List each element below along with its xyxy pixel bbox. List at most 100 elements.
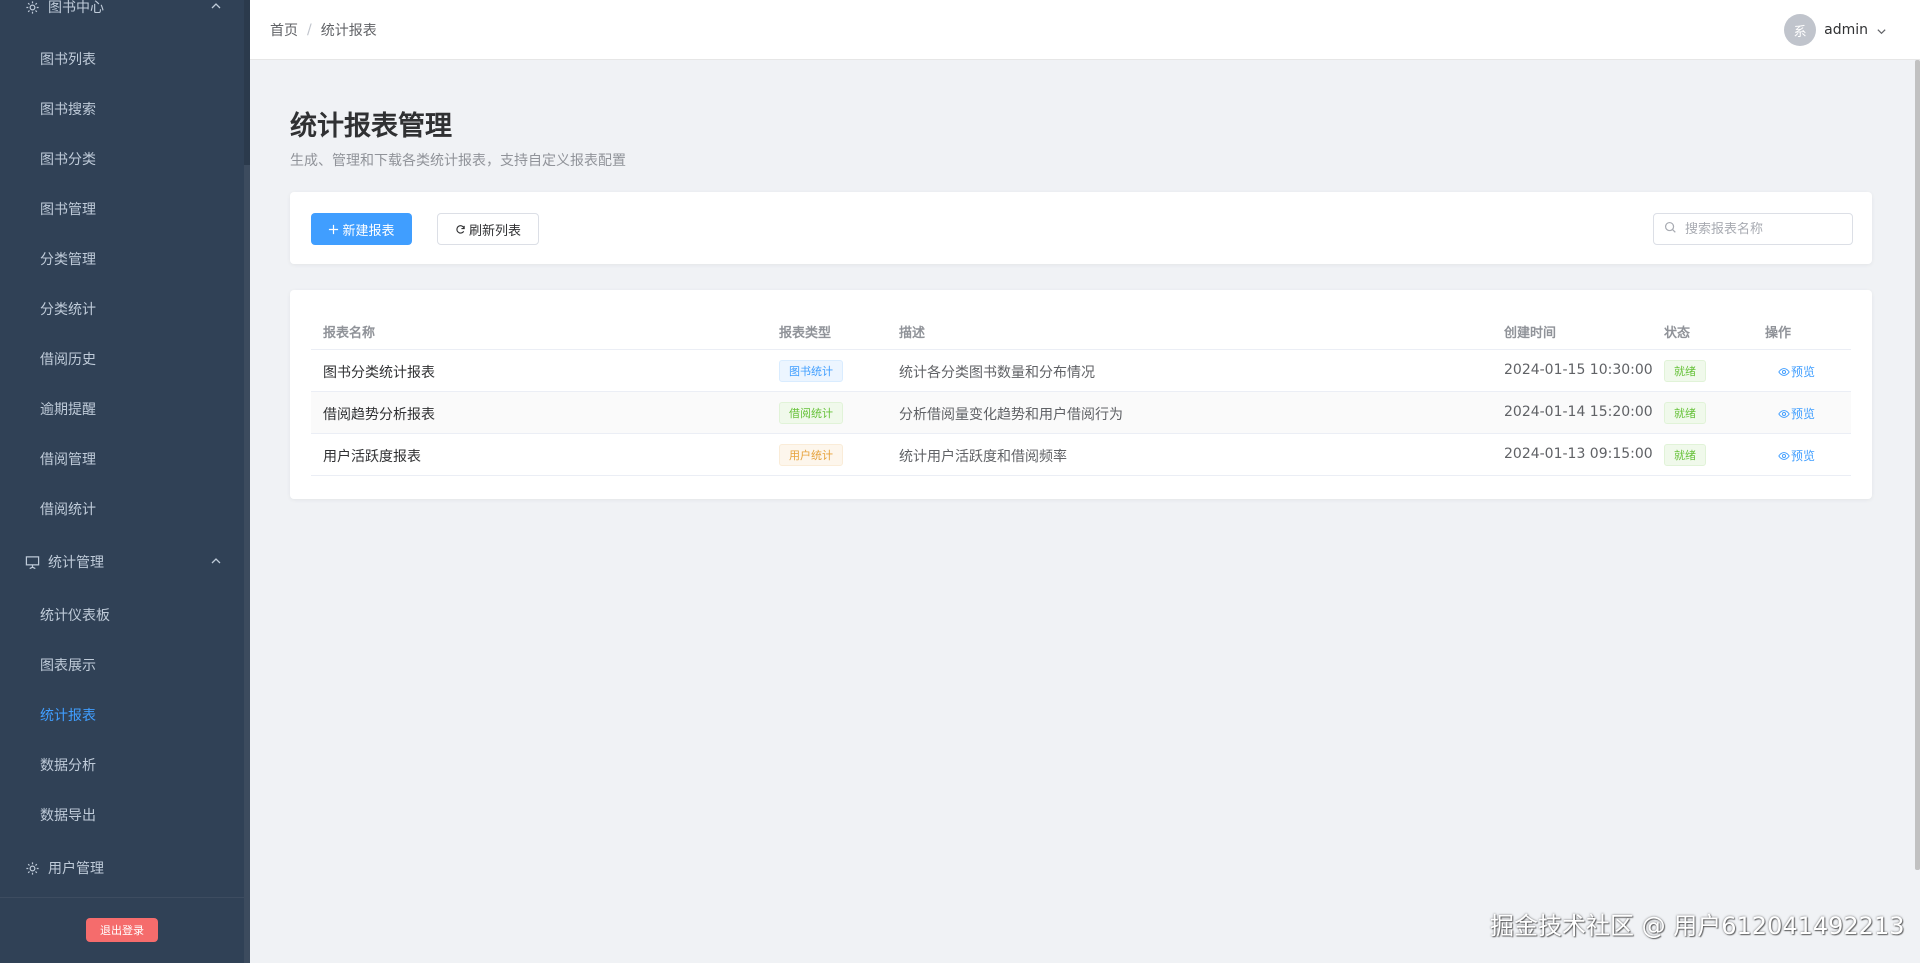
sidebar-item-stats-dashboard[interactable]: 统计仪表板 bbox=[0, 590, 244, 640]
report-description: 统计用户活跃度和借阅频率 bbox=[899, 449, 1067, 465]
sidebar-item-stats-report[interactable]: 统计报表 bbox=[0, 690, 244, 740]
report-created-time: 2024-01-14 15:20:00 bbox=[1504, 404, 1653, 420]
menu-group-label: 用户管理 bbox=[48, 861, 104, 877]
status-badge: 就绪 bbox=[1664, 360, 1706, 382]
top-header: 首页 / 统计报表 系 admin bbox=[250, 0, 1920, 60]
preview-label: 预览 bbox=[1791, 407, 1816, 421]
page-subtitle: 生成、管理和下载各类统计报表，支持自定义报表配置 bbox=[290, 153, 626, 169]
menu-item-label: 数据分析 bbox=[40, 758, 96, 774]
search-input[interactable] bbox=[1685, 221, 1845, 237]
menu-item-label: 统计报表 bbox=[40, 708, 96, 724]
report-table: 报表名称 报表类型 描述 创建时间 状态 操作 图书分类统计报表 图书统计 统计… bbox=[311, 310, 1851, 476]
button-label: 新建报表 bbox=[342, 222, 395, 238]
sidebar-item-book-list[interactable]: 图书列表 bbox=[0, 34, 244, 84]
menu-group-label: 图书中心 bbox=[48, 0, 104, 16]
scrollbar-thumb[interactable] bbox=[1915, 60, 1920, 870]
menu-item-label: 图书列表 bbox=[40, 52, 96, 68]
search-icon bbox=[1664, 221, 1677, 238]
sidebar-item-book-manage[interactable]: 图书管理 bbox=[0, 184, 244, 234]
sidebar-item-borrow-manage[interactable]: 借阅管理 bbox=[0, 434, 244, 484]
preview-link[interactable]: 预览 bbox=[1778, 447, 1815, 464]
sidebar-item-book-search[interactable]: 图书搜索 bbox=[0, 84, 244, 134]
presentation-chart-icon bbox=[24, 554, 40, 570]
main-scrollbar[interactable] bbox=[1914, 60, 1920, 963]
report-name: 借阅趋势分析报表 bbox=[323, 407, 435, 423]
eye-icon bbox=[1778, 450, 1790, 462]
column-header-status: 状态 bbox=[1664, 326, 1691, 341]
table-row: 借阅趋势分析报表 借阅统计 分析借阅量变化趋势和用户借阅行为 2024-01-1… bbox=[311, 392, 1851, 434]
sidebar-item-book-category[interactable]: 图书分类 bbox=[0, 134, 244, 184]
sidebar-divider bbox=[0, 897, 244, 898]
gear-icon bbox=[24, 0, 40, 15]
chevron-up-icon bbox=[210, 555, 222, 567]
sidebar-item-category-manage[interactable]: 分类管理 bbox=[0, 234, 244, 284]
breadcrumb-current: 统计报表 bbox=[320, 23, 377, 39]
eye-icon bbox=[1778, 408, 1790, 420]
breadcrumb: 首页 / 统计报表 bbox=[270, 20, 377, 40]
toolbar-card: 新建报表 刷新列表 bbox=[290, 192, 1872, 264]
sidebar-item-data-analysis[interactable]: 数据分析 bbox=[0, 740, 244, 790]
column-header-description: 描述 bbox=[899, 326, 926, 341]
sidebar-item-category-stats[interactable]: 分类统计 bbox=[0, 284, 244, 334]
page-title: 统计报表管理 bbox=[290, 111, 452, 142]
menu-group-users[interactable]: 用户管理 bbox=[0, 843, 244, 893]
report-description: 统计各分类图书数量和分布情况 bbox=[899, 365, 1095, 381]
menu-item-label: 图书分类 bbox=[40, 152, 96, 168]
menu-item-label: 借阅统计 bbox=[40, 502, 96, 518]
report-type-tag: 借阅统计 bbox=[779, 402, 843, 424]
preview-link[interactable]: 预览 bbox=[1778, 363, 1815, 380]
menu-group-label: 统计管理 bbox=[48, 555, 104, 571]
report-table-card: 报表名称 报表类型 描述 创建时间 状态 操作 图书分类统计报表 图书统计 统计… bbox=[290, 290, 1872, 499]
report-created-time: 2024-01-13 09:15:00 bbox=[1504, 446, 1653, 462]
table-header: 报表名称 报表类型 描述 创建时间 状态 操作 bbox=[311, 310, 1851, 350]
report-name: 图书分类统计报表 bbox=[323, 365, 435, 381]
chevron-up-icon bbox=[210, 0, 222, 12]
menu-item-label: 图书管理 bbox=[40, 202, 96, 218]
scrollbar-thumb[interactable] bbox=[244, 165, 250, 963]
sidebar-item-chart-display[interactable]: 图表展示 bbox=[0, 640, 244, 690]
report-type-tag: 用户统计 bbox=[779, 444, 843, 466]
column-header-created: 创建时间 bbox=[1504, 326, 1557, 341]
logout-button[interactable]: 退出登录 bbox=[86, 918, 158, 942]
new-report-button[interactable]: 新建报表 bbox=[311, 213, 412, 245]
button-label: 刷新列表 bbox=[468, 222, 521, 238]
user-dropdown[interactable]: 系 admin bbox=[1784, 14, 1886, 46]
chevron-down-icon bbox=[1876, 25, 1886, 35]
eye-icon bbox=[1778, 366, 1790, 378]
status-badge: 就绪 bbox=[1664, 402, 1706, 424]
watermark: 掘金技术社区 @ 用户612041492213 bbox=[1490, 912, 1905, 940]
report-name: 用户活跃度报表 bbox=[323, 449, 421, 465]
menu-item-label: 分类统计 bbox=[40, 302, 96, 318]
sidebar-item-borrow-stats[interactable]: 借阅统计 bbox=[0, 484, 244, 534]
plus-icon bbox=[328, 224, 339, 235]
status-badge: 就绪 bbox=[1664, 444, 1706, 466]
menu-item-label: 统计仪表板 bbox=[40, 608, 110, 624]
column-header-name: 报表名称 bbox=[323, 326, 376, 341]
sidebar-item-overdue-reminder[interactable]: 逾期提醒 bbox=[0, 384, 244, 434]
refresh-list-button[interactable]: 刷新列表 bbox=[437, 213, 539, 245]
preview-label: 预览 bbox=[1791, 365, 1816, 379]
gear-icon bbox=[24, 860, 40, 876]
menu-item-label: 分类管理 bbox=[40, 252, 96, 268]
menu-group-stats[interactable]: 统计管理 bbox=[0, 537, 244, 587]
sidebar: 图书中心 图书列表 图书搜索 图书分类 图书管理 分类管理 分类统计 借阅历史 … bbox=[0, 0, 244, 963]
table-row: 用户活跃度报表 用户统计 统计用户活跃度和借阅频率 2024-01-13 09:… bbox=[311, 434, 1851, 476]
breadcrumb-separator: / bbox=[307, 22, 312, 38]
menu-item-label: 数据导出 bbox=[40, 808, 96, 824]
sidebar-item-data-export[interactable]: 数据导出 bbox=[0, 790, 244, 840]
username: admin bbox=[1824, 22, 1868, 38]
sidebar-item-borrow-history[interactable]: 借阅历史 bbox=[0, 334, 244, 384]
report-created-time: 2024-01-15 10:30:00 bbox=[1504, 362, 1653, 378]
preview-link[interactable]: 预览 bbox=[1778, 405, 1815, 422]
search-box[interactable] bbox=[1653, 213, 1853, 245]
menu-item-label: 图表展示 bbox=[40, 658, 96, 674]
avatar: 系 bbox=[1784, 14, 1817, 46]
refresh-icon bbox=[455, 224, 466, 235]
menu-item-label: 借阅管理 bbox=[40, 452, 96, 468]
sidebar-scrollbar[interactable] bbox=[244, 0, 250, 963]
menu-group-books[interactable]: 图书中心 bbox=[0, 0, 244, 32]
report-description: 分析借阅量变化趋势和用户借阅行为 bbox=[899, 407, 1123, 423]
menu-item-label: 借阅历史 bbox=[40, 352, 96, 368]
breadcrumb-home[interactable]: 首页 bbox=[270, 20, 298, 40]
menu-item-label: 逾期提醒 bbox=[40, 402, 96, 418]
